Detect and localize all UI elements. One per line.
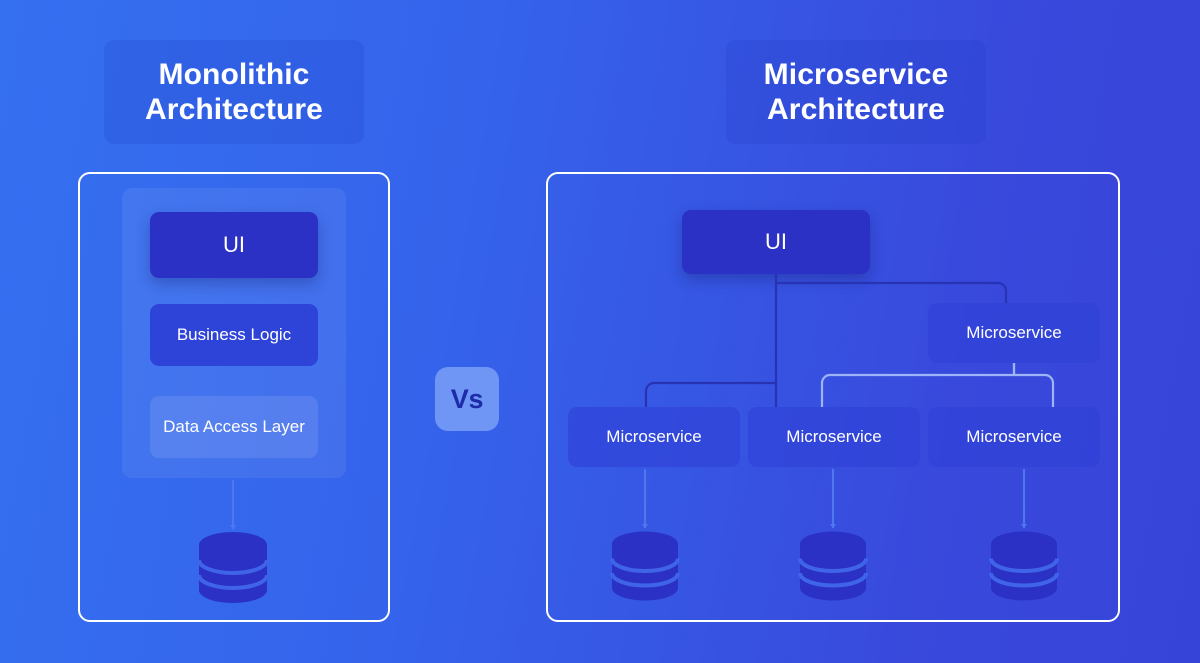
monolithic-title-line1: Monolithic [158, 57, 310, 91]
microservice-node-bottom-center-label: Microservice [786, 427, 882, 447]
monolith-layer-ui-label: UI [223, 232, 245, 258]
microservice-node-right-upper: Microservice [928, 303, 1100, 363]
versus-badge-label: Vs [450, 383, 484, 414]
monolithic-title: Monolithic Architecture [104, 40, 364, 144]
monolith-layer-business-logic: Business Logic [150, 304, 318, 366]
microservice-title: Microservice Architecture [726, 40, 986, 144]
microservice-node-bottom-left-label: Microservice [606, 427, 702, 447]
microservice-title-line1: Microservice [763, 57, 949, 91]
diagram-canvas: Monolithic Architecture Microservice Arc… [0, 0, 1200, 663]
microservice-node-right-upper-label: Microservice [966, 323, 1062, 343]
microservice-title-line2: Architecture [767, 93, 945, 126]
versus-badge: Vs [435, 367, 499, 431]
microservice-ui-node: UI [682, 210, 870, 274]
microservice-node-bottom-left: Microservice [568, 407, 740, 467]
monolith-layer-data-access-label: Data Access Layer [163, 417, 305, 437]
microservice-node-bottom-center: Microservice [748, 407, 920, 467]
monolith-layer-data-access: Data Access Layer [150, 396, 318, 458]
microservice-node-bottom-right: Microservice [928, 407, 1100, 467]
microservice-ui-label: UI [765, 229, 787, 255]
microservice-node-bottom-right-label: Microservice [966, 427, 1062, 447]
monolith-layer-ui: UI [150, 212, 318, 278]
monolith-layer-business-logic-label: Business Logic [176, 325, 292, 345]
monolithic-title-line2: Architecture [145, 93, 323, 126]
